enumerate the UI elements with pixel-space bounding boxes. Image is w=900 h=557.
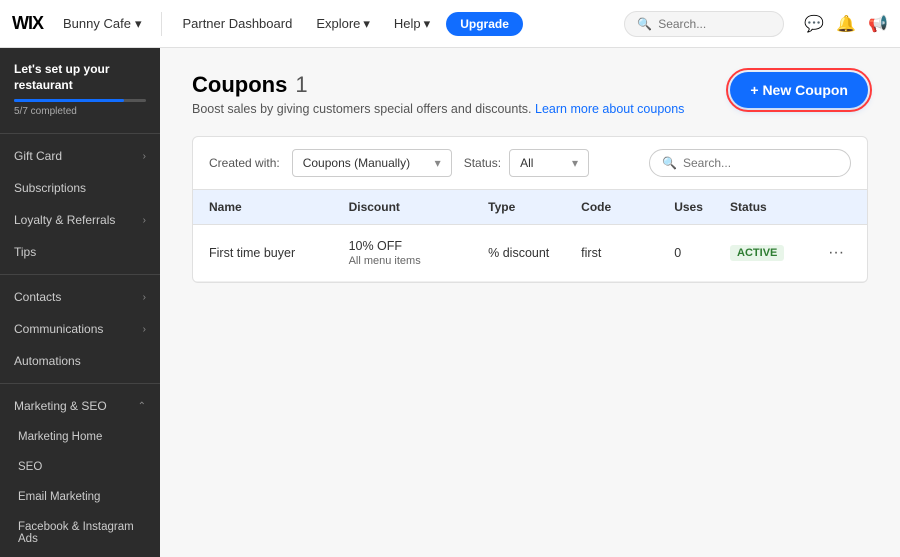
progress-bar-fill [14,99,124,102]
status-filter-group: Status: All ▾ [464,149,589,177]
nav-icon-group: 💬 🔔 📢 [804,14,888,34]
sidebar-item-communications[interactable]: Communications › [0,313,160,345]
sidebar-item-marketing-seo[interactable]: Marketing & SEO ⌃ [0,390,160,422]
sidebar: Let's set up your restaurant 5/7 complet… [0,48,160,557]
nav-divider [161,12,162,36]
notifications-icon[interactable]: 🔔 [836,14,856,34]
created-with-label: Created with: [209,156,280,170]
page-title: Coupons 1 [192,72,684,98]
chevron-right-icon: › [143,324,146,335]
page-title-area: Coupons 1 Boost sales by giving customer… [192,72,684,116]
cell-code: first [581,246,674,260]
marketing-icon[interactable]: 📢 [868,14,888,34]
sidebar-item-tips[interactable]: Tips [0,236,160,268]
chevron-up-icon: ⌃ [138,401,146,412]
cell-name: First time buyer [209,246,349,260]
col-header-name: Name [209,200,349,214]
col-header-code: Code [581,200,674,214]
layout: Let's set up your restaurant 5/7 complet… [0,48,900,557]
sidebar-item-email-marketing[interactable]: Email Marketing [0,482,160,512]
cell-uses: 0 [674,246,730,260]
nav-help[interactable]: Help ▾ [386,12,438,36]
sidebar-divider [0,133,160,134]
sidebar-item-seo[interactable]: SEO [0,452,160,482]
chevron-down-icon: ▾ [363,16,370,32]
status-select[interactable]: All ▾ [509,149,589,177]
nav-search-box[interactable]: 🔍 [624,11,784,37]
table-header: Name Discount Type Code Uses Status [193,190,867,225]
top-nav: WIX Bunny Cafe ▾ Partner Dashboard Explo… [0,0,900,48]
col-header-type: Type [488,200,581,214]
chevron-down-icon: ▾ [424,16,431,32]
page-subtitle: Boost sales by giving customers special … [192,102,684,116]
progress-bar-bg [14,99,146,102]
sidebar-divider-2 [0,274,160,275]
sidebar-divider-3 [0,383,160,384]
coupon-search-box[interactable]: 🔍 [649,149,851,177]
coupon-count: 1 [295,72,307,98]
chevron-down-icon: ▾ [435,156,441,170]
search-icon: 🔍 [637,17,652,31]
coupon-search-input[interactable] [683,156,838,170]
coupons-table: Name Discount Type Code Uses Status Firs… [192,190,868,283]
col-header-uses: Uses [674,200,730,214]
chevron-right-icon: › [143,215,146,226]
row-more-button[interactable]: ··· [823,240,849,266]
nav-partner-dashboard[interactable]: Partner Dashboard [174,12,300,35]
upgrade-button[interactable]: Upgrade [446,12,523,36]
cell-type: % discount [488,246,581,260]
site-name-dropdown[interactable]: Bunny Cafe ▾ [55,12,149,36]
progress-text: 5/7 completed [14,106,146,117]
page-header: Coupons 1 Boost sales by giving customer… [192,72,868,116]
sidebar-item-automations[interactable]: Automations [0,345,160,377]
new-coupon-button[interactable]: + New Coupon [730,72,868,108]
col-header-status: Status [730,200,823,214]
sidebar-setup-title: Let's set up your restaurant [14,62,146,93]
status-badge: ACTIVE [730,245,784,261]
col-header-discount: Discount [349,200,489,214]
cell-actions[interactable]: ··· [823,240,851,266]
sidebar-item-subscriptions[interactable]: Subscriptions [0,172,160,204]
chevron-right-icon: › [143,292,146,303]
sidebar-item-marketing-home[interactable]: Marketing Home [0,422,160,452]
search-icon: 🔍 [662,156,677,170]
table-row: First time buyer 10% OFF All menu items … [193,225,867,282]
sidebar-item-gift-card[interactable]: Gift Card › [0,140,160,172]
nav-search-input[interactable] [658,17,771,31]
sidebar-item-contacts[interactable]: Contacts › [0,281,160,313]
chevron-down-icon: ▾ [135,16,142,32]
col-header-actions [823,200,851,214]
nav-search-area: 🔍 [624,11,784,37]
sidebar-item-loyalty[interactable]: Loyalty & Referrals › [0,204,160,236]
sidebar-item-facebook-ads[interactable]: Facebook & Instagram Ads [0,512,160,554]
wix-logo: WIX [12,13,43,34]
sidebar-setup-header: Let's set up your restaurant 5/7 complet… [0,48,160,127]
cell-status: ACTIVE [730,245,823,261]
chevron-down-icon: ▾ [572,156,578,170]
filter-bar: Created with: Coupons (Manually) ▾ Statu… [192,136,868,190]
nav-explore[interactable]: Explore ▾ [308,12,378,36]
status-label: Status: [464,156,501,170]
chevron-right-icon: › [143,151,146,162]
main-content: Coupons 1 Boost sales by giving customer… [160,48,900,557]
cell-discount: 10% OFF All menu items [349,239,489,267]
messages-icon[interactable]: 💬 [804,14,824,34]
created-with-select[interactable]: Coupons (Manually) ▾ [292,149,452,177]
learn-more-link[interactable]: Learn more about coupons [535,102,684,116]
